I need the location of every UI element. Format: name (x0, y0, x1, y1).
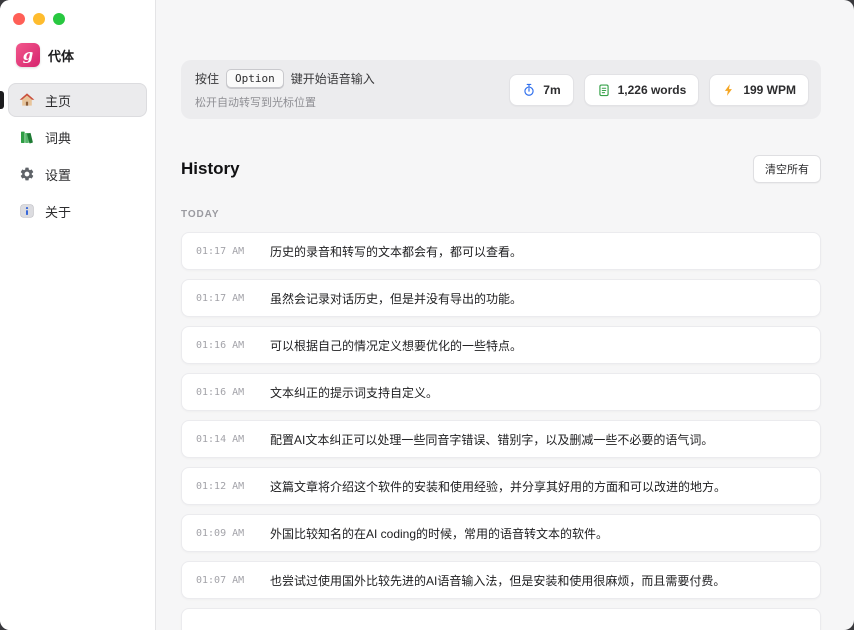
sidebar-item-label: 主页 (45, 91, 71, 110)
history-item[interactable]: 01:17 AM 历史的录音和转写的文本都会有，都可以查看。 (181, 232, 821, 270)
app-header: g 代体 (0, 25, 155, 67)
app-logo: g (16, 43, 40, 67)
main-content: 按住 Option 键开始语音输入 松开自动转写到光标位置 7m 1,226 w… (156, 0, 854, 630)
settings-icon (18, 166, 36, 182)
history-item-time: 01:09 AM (196, 528, 254, 539)
history-item-time: 01:16 AM (196, 387, 254, 398)
active-indicator (0, 91, 4, 109)
sidebar-item-label: 关于 (45, 202, 71, 221)
words-icon (597, 83, 611, 97)
history-item[interactable]: 01:16 AM 文本纠正的提示词支持自定义。 (181, 373, 821, 411)
minimize-button[interactable] (33, 13, 45, 25)
hotkey-hint-text: 按住 Option 键开始语音输入 松开自动转写到光标位置 (195, 69, 375, 110)
zoom-button[interactable] (53, 13, 65, 25)
history-item-time: 01:16 AM (196, 340, 254, 351)
history-header: History 清空所有 (181, 155, 821, 183)
window-controls (0, 0, 155, 25)
sidebar-item-label: 词典 (45, 128, 71, 147)
history-item[interactable]: 01:12 AM 这篇文章将介绍这个软件的安装和使用经验，并分享其好用的方面和可… (181, 467, 821, 505)
history-item-text: 虽然会记录对话历史，但是并没有导出的功能。 (270, 290, 522, 307)
history-item-text: 文本纠正的提示词支持自定义。 (270, 384, 438, 401)
history-list: 01:17 AM 历史的录音和转写的文本都会有，都可以查看。 01:17 AM … (181, 232, 821, 599)
sidebar-item-about[interactable]: 关于 (8, 194, 147, 228)
sidebar-item-home[interactable]: 主页 (8, 83, 147, 117)
history-item-time: 01:14 AM (196, 434, 254, 445)
hint-prefix: 按住 (195, 70, 219, 87)
history-item[interactable]: 01:14 AM 配置AI文本纠正可以处理一些同音字错误、错别字，以及删减一些不… (181, 420, 821, 458)
words-value: 1,226 words (618, 83, 687, 97)
sidebar-item-label: 设置 (45, 165, 71, 184)
home-icon (18, 92, 36, 108)
history-item-time: 01:07 AM (196, 575, 254, 586)
sidebar: g 代体 主页 词典 (0, 0, 156, 630)
duration-stat-badge: 7m (509, 74, 573, 106)
words-stat-badge: 1,226 words (584, 74, 700, 106)
history-item[interactable]: 01:07 AM 也尝试过使用国外比较先进的AI语音输入法，但是安装和使用很麻烦… (181, 561, 821, 599)
clear-all-button[interactable]: 清空所有 (753, 155, 821, 183)
timer-icon (522, 83, 536, 97)
history-item-time: 01:17 AM (196, 246, 254, 257)
history-item-text: 也尝试过使用国外比较先进的AI语音输入法，但是安装和使用很麻烦，而且需要付费。 (270, 572, 725, 589)
close-button[interactable] (13, 13, 25, 25)
about-icon (18, 203, 36, 219)
history-item[interactable]: 01:17 AM 虽然会记录对话历史，但是并没有导出的功能。 (181, 279, 821, 317)
app-window: g 代体 主页 词典 (0, 0, 854, 630)
wpm-value: 199 WPM (743, 83, 796, 97)
hint-suffix: 键开始语音输入 (291, 70, 375, 87)
history-item-text: 历史的录音和转写的文本都会有，都可以查看。 (270, 243, 522, 260)
option-keycap: Option (226, 69, 284, 88)
sidebar-item-settings[interactable]: 设置 (8, 157, 147, 191)
sidebar-nav: 主页 词典 设置 关于 (0, 83, 155, 228)
history-item-text: 外国比较知名的在AI coding的时候，常用的语音转文本的软件。 (270, 525, 608, 542)
history-item[interactable]: 01:16 AM 可以根据自己的情况定义想要优化的一些特点。 (181, 326, 821, 364)
duration-value: 7m (543, 83, 560, 97)
history-item-text: 这篇文章将介绍这个软件的安装和使用经验，并分享其好用的方面和可以改进的地方。 (270, 478, 726, 495)
wpm-icon (722, 83, 736, 97)
dictionary-icon (18, 129, 36, 145)
hotkey-hint-card: 按住 Option 键开始语音输入 松开自动转写到光标位置 7m 1,226 w… (181, 60, 821, 119)
history-item-time: 01:17 AM (196, 293, 254, 304)
wpm-stat-badge: 199 WPM (709, 74, 809, 106)
day-section-label: TODAY (181, 209, 821, 220)
history-title: History (181, 159, 240, 179)
stats-badges: 7m 1,226 words 199 WPM (509, 74, 809, 106)
hint-line2: 松开自动转写到光标位置 (195, 94, 375, 110)
history-item-text: 可以根据自己的情况定义想要优化的一些特点。 (270, 337, 522, 354)
history-item-time: 01:12 AM (196, 481, 254, 492)
history-item-text: 配置AI文本纠正可以处理一些同音字错误、错别字，以及删减一些不必要的语气词。 (270, 431, 713, 448)
sidebar-item-dictionary[interactable]: 词典 (8, 120, 147, 154)
history-item[interactable]: 01:09 AM 外国比较知名的在AI coding的时候，常用的语音转文本的软… (181, 514, 821, 552)
app-name: 代体 (48, 46, 74, 65)
history-item-partial[interactable] (181, 608, 821, 630)
